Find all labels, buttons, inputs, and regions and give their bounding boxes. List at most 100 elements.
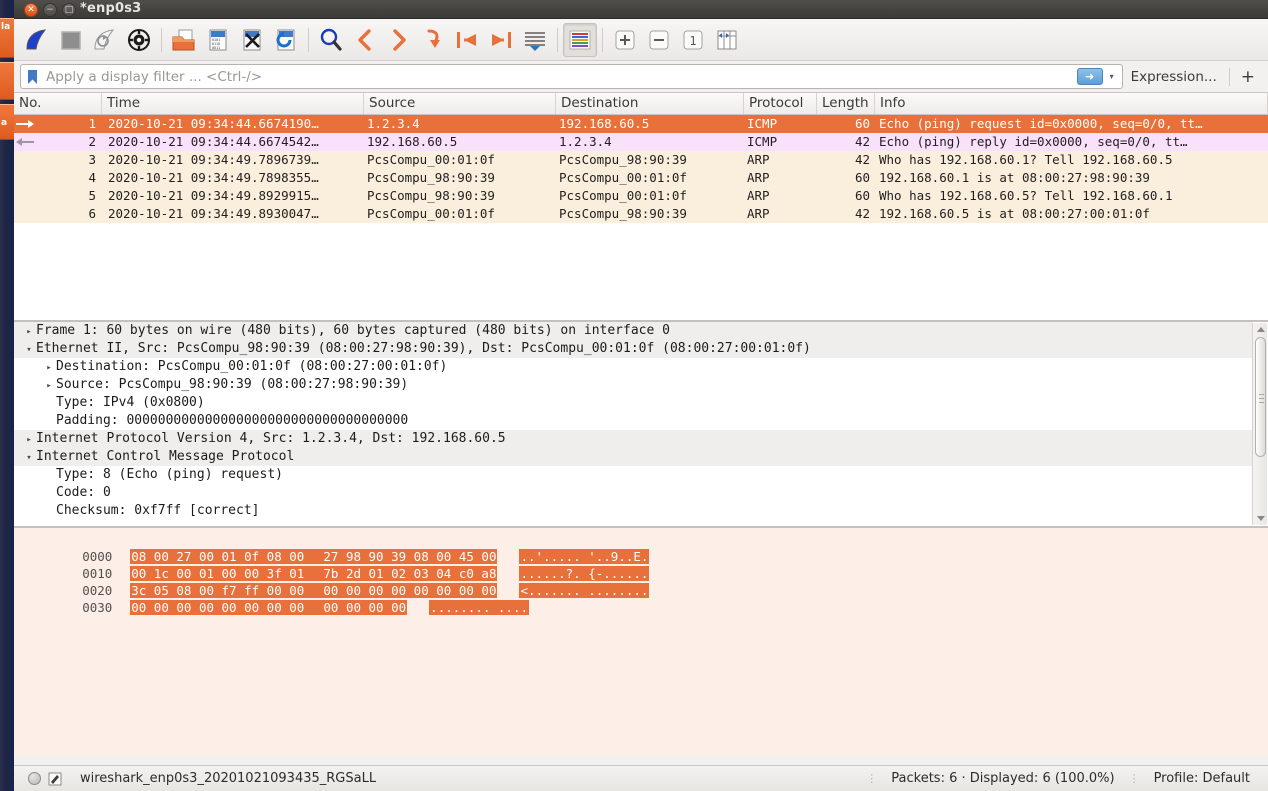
cell-protocol: ARP — [747, 170, 770, 185]
minimize-icon[interactable]: − — [43, 3, 57, 17]
title-bar[interactable]: ✕ − □ *enp0s3 — [14, 0, 1268, 19]
hex-bytes-left[interactable]: 3c 05 08 00 f7 ff 00 00 — [130, 583, 306, 598]
column-header-info[interactable]: Info — [875, 93, 1268, 114]
go-back-icon[interactable] — [348, 23, 382, 57]
go-last-packet-icon[interactable] — [484, 23, 518, 57]
hex-bytes-right[interactable]: 00 00 00 00 00 00 00 00 — [322, 583, 498, 598]
apply-filter-button[interactable]: ➜ — [1076, 68, 1103, 85]
hex-bytes-left[interactable]: 00 1c 00 01 00 00 3f 01 — [130, 566, 306, 581]
detail-row-icmp[interactable]: ▾ Internet Control Message Protocol — [14, 448, 1252, 466]
restart-capture-icon[interactable] — [88, 23, 122, 57]
chevron-down-icon[interactable]: ▾ — [1105, 72, 1119, 81]
detail-row-frame[interactable]: ▸ Frame 1: 60 bytes on wire (480 bits), 6… — [14, 322, 1252, 340]
detail-row-eth-source[interactable]: ▸ Source: PcsCompu_98:90:39 (08:00:27:98:… — [14, 376, 1252, 394]
main-toolbar[interactable]: 0101 0110 0011 1 — [14, 19, 1268, 61]
hex-bytes-gap — [305, 583, 323, 598]
add-filter-button[interactable]: + — [1234, 67, 1262, 87]
packet-detail-tree[interactable]: ▸ Frame 1: 60 bytes on wire (480 bits), 6… — [14, 322, 1252, 526]
zoom-in-icon[interactable] — [608, 23, 642, 57]
autoscroll-icon[interactable] — [518, 23, 552, 57]
go-forward-icon[interactable] — [382, 23, 416, 57]
hex-ascii[interactable]: <....... ........ — [519, 583, 650, 598]
chevron-right-icon[interactable]: ▸ — [42, 377, 56, 395]
chevron-right-icon[interactable]: ▸ — [42, 359, 56, 377]
table-row[interactable]: 3 2020-10-21 09:34:49.7896739… PcsCompu_… — [14, 151, 1268, 169]
save-file-icon[interactable]: 0101 0110 0011 — [201, 23, 235, 57]
start-capture-icon[interactable] — [20, 23, 54, 57]
column-header-protocol[interactable]: Protocol — [744, 93, 817, 114]
chevron-down-icon[interactable]: ▾ — [22, 449, 36, 467]
hex-row[interactable]: 0000 08 00 27 00 01 0f 08 00 27 98 90 39 … — [14, 531, 1268, 564]
detail-row-eth-destination[interactable]: ▸ Destination: PcsCompu_00:01:0f (08:00:2… — [14, 358, 1252, 376]
launcher-item-terminal[interactable] — [0, 62, 14, 100]
capture-options-icon[interactable] — [122, 23, 156, 57]
stop-capture-icon[interactable] — [54, 23, 88, 57]
chevron-right-icon[interactable]: ▸ — [22, 431, 36, 449]
profile-label[interactable]: Profile: Default — [1154, 771, 1250, 786]
column-header-source[interactable]: Source — [364, 93, 556, 114]
table-row[interactable]: 4 2020-10-21 09:34:49.7898355… PcsCompu_… — [14, 169, 1268, 187]
hex-ascii[interactable]: ........ .... — [429, 600, 530, 615]
scroll-up-arrow-icon[interactable] — [1257, 327, 1265, 332]
filter-input-container[interactable]: Apply a display filter ... <Ctrl-/> ➜ ▾ — [20, 64, 1123, 89]
column-header-no[interactable]: No. — [14, 93, 102, 114]
table-row[interactable]: 2 2020-10-21 09:34:44.6674542… 192.168.6… — [14, 133, 1268, 151]
resize-columns-icon[interactable] — [710, 23, 744, 57]
zoom-reset-icon[interactable]: 1 — [676, 23, 710, 57]
expression-button[interactable]: Expression... — [1123, 69, 1225, 85]
capture-comment-icon[interactable] — [48, 772, 62, 786]
cell-source: PcsCompu_00:01:0f — [367, 152, 495, 167]
search-input[interactable]: Apply a display filter ... <Ctrl-/> — [40, 69, 1077, 85]
bookmark-icon[interactable] — [24, 67, 40, 87]
column-header-length[interactable]: Length — [817, 93, 875, 114]
cell-info: Who has 192.168.60.1? Tell 192.168.60.5 — [879, 152, 1173, 167]
scroll-down-arrow-icon[interactable] — [1257, 516, 1265, 521]
maximize-icon[interactable]: □ — [62, 3, 76, 17]
close-icon[interactable]: ✕ — [24, 3, 38, 17]
detail-row-ipv4[interactable]: ▸ Internet Protocol Version 4, Src: 1.2.3… — [14, 430, 1252, 448]
detail-row-ethernet[interactable]: ▾ Ethernet II, Src: PcsCompu_98:90:39 (08… — [14, 340, 1252, 358]
colorize-icon[interactable] — [563, 22, 597, 57]
detail-row-icmp-type[interactable]: ▸Type: 8 (Echo (ping) request) — [14, 466, 1252, 484]
expert-info-icon[interactable] — [28, 772, 41, 785]
go-first-packet-icon[interactable] — [450, 23, 484, 57]
detail-pane-scrollbar[interactable] — [1252, 323, 1267, 525]
wireshark-window: ✕ − □ *enp0s3 0101 0110 0011 1 Apply a d… — [14, 0, 1268, 791]
go-to-packet-icon[interactable] — [416, 23, 450, 57]
detail-row-eth-padding[interactable]: ▸Padding: 000000000000000000000000000000… — [14, 412, 1252, 430]
packet-list-header[interactable]: No. Time Source Destination Protocol Len… — [14, 93, 1268, 115]
status-bar[interactable]: wireshark_enp0s3_20201021093435_RGSaLL ⋮… — [14, 765, 1268, 791]
display-filter-bar[interactable]: Apply a display filter ... <Ctrl-/> ➜ ▾ … — [14, 61, 1268, 93]
chevron-right-icon[interactable]: ▸ — [22, 323, 36, 341]
table-row[interactable]: 6 2020-10-21 09:34:49.8930047… PcsCompu_… — [14, 205, 1268, 223]
reload-file-icon[interactable] — [269, 23, 303, 57]
hex-bytes-left[interactable]: 08 00 27 00 01 0f 08 00 — [130, 549, 306, 564]
detail-row-eth-type[interactable]: ▸Type: IPv4 (0x0800) — [14, 394, 1252, 412]
minimize-glyph: − — [46, 4, 54, 15]
column-header-destination[interactable]: Destination — [556, 93, 744, 114]
column-header-time[interactable]: Time — [102, 93, 364, 114]
detail-row-icmp-checksum[interactable]: ▸Checksum: 0xf7ff [correct] — [14, 502, 1252, 520]
hex-ascii[interactable]: ......?. {-...... — [519, 566, 650, 581]
unity-launcher[interactable]: la a — [0, 0, 14, 791]
packet-bytes-pane[interactable]: 0000 08 00 27 00 01 0f 08 00 27 98 90 39 … — [14, 526, 1268, 756]
detail-row-icmp-code[interactable]: ▸Code: 0 — [14, 484, 1252, 502]
packet-direction-none — [14, 205, 36, 223]
scrollbar-thumb[interactable] — [1255, 337, 1266, 457]
table-row[interactable]: 5 2020-10-21 09:34:49.8929915… PcsCompu_… — [14, 187, 1268, 205]
table-row[interactable]: 1 2020-10-21 09:34:44.6674190… 1.2.3.4 1… — [14, 115, 1268, 133]
packet-list-pane[interactable]: No. Time Source Destination Protocol Len… — [14, 93, 1268, 320]
detail-row-label: Internet Protocol Version 4, Src: 1.2.3.… — [36, 431, 506, 446]
hex-bytes-right[interactable]: 00 00 00 00 — [322, 600, 408, 615]
hex-bytes-right[interactable]: 7b 2d 01 02 03 04 c0 a8 — [322, 566, 498, 581]
chevron-down-icon[interactable]: ▾ — [22, 341, 36, 359]
find-packet-icon[interactable] — [314, 23, 348, 57]
hex-ascii[interactable]: ..'..... '..9..E. — [519, 549, 650, 564]
open-file-icon[interactable] — [167, 23, 201, 57]
zoom-out-icon[interactable] — [642, 23, 676, 57]
close-file-icon[interactable] — [235, 23, 269, 57]
hex-bytes-left[interactable]: 00 00 00 00 00 00 00 00 — [130, 600, 306, 615]
toolbar-separator-1 — [161, 27, 162, 52]
packet-detail-pane[interactable]: ▸ Frame 1: 60 bytes on wire (480 bits), 6… — [14, 320, 1268, 526]
hex-bytes-right[interactable]: 27 98 90 39 08 00 45 00 — [322, 549, 498, 564]
